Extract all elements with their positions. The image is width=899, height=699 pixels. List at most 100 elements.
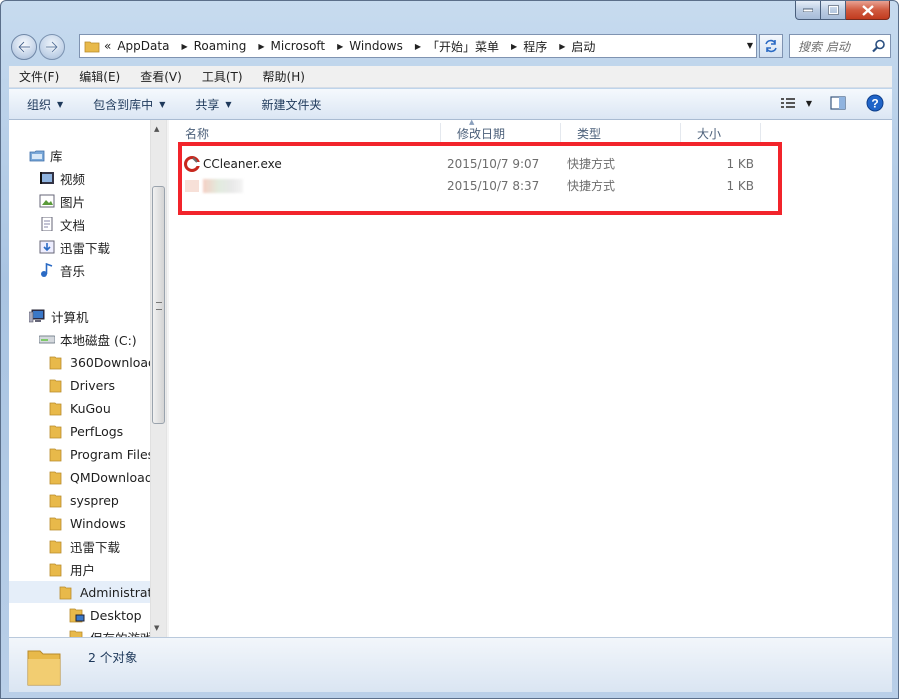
breadcrumb: AppData ▶ Roaming ▶ Microsoft ▶ Windows ▶ 「开始」菜单…: [117, 38, 601, 55]
tree-item-label: 计算机: [51, 309, 89, 325]
new-folder-label: 新建文件夹: [261, 97, 322, 112]
tree-item-administrator[interactable]: Administrator: [9, 581, 165, 603]
tree-item-folder[interactable]: QMDownload: [49, 466, 153, 488]
folder-large-icon: [27, 650, 61, 686]
navigation-bar: « AppData ▶ Roaming ▶ Microsoft ▶ Windows ▶ 「开始」…: [1, 29, 898, 65]
maximize-icon: [827, 5, 839, 15]
breadcrumb-separator-icon[interactable]: ▶: [181, 42, 187, 51]
breadcrumb-item[interactable]: Microsoft: [271, 39, 326, 53]
view-list-icon[interactable]: [780, 96, 796, 110]
column-header-label: 类型: [577, 126, 602, 141]
organize-label: 组织: [27, 97, 52, 112]
close-button[interactable]: [846, 1, 890, 20]
menu-view[interactable]: 查看(V): [130, 68, 192, 85]
tree-item-library[interactable]: 音乐: [39, 259, 85, 281]
help-icon[interactable]: ?: [866, 94, 884, 112]
tree-item-folder[interactable]: 360Download: [49, 351, 156, 373]
breadcrumb-separator-icon[interactable]: ▶: [415, 42, 421, 51]
tree-item-desktop[interactable]: Desktop: [69, 604, 142, 626]
document-icon: [39, 217, 55, 231]
menu-tools[interactable]: 工具(T): [192, 68, 253, 85]
column-header-label: 名称: [185, 126, 210, 141]
grip-icon: [156, 302, 162, 310]
refresh-button[interactable]: [759, 34, 783, 58]
tree-item-label: 音乐: [60, 263, 86, 279]
music-icon: [39, 263, 55, 277]
tree-item-library[interactable]: 图片: [39, 190, 85, 212]
organize-button[interactable]: 组织 ▼: [9, 96, 75, 113]
menu-file[interactable]: 文件(F): [9, 68, 69, 85]
back-button[interactable]: [11, 34, 37, 60]
tree-item-folder[interactable]: Windows: [49, 512, 126, 534]
column-header-size[interactable]: 大小: [681, 123, 761, 143]
tree-item-library[interactable]: 迅雷下载: [39, 236, 110, 258]
folder-icon: [49, 400, 65, 416]
saved-games-icon: [69, 629, 85, 637]
tree-item-library[interactable]: 视频: [39, 167, 85, 189]
chevron-down-icon[interactable]: ▼: [747, 41, 753, 50]
tree-item-label: 视频: [60, 171, 86, 187]
breadcrumb-item[interactable]: Roaming: [194, 39, 247, 53]
tree-item-saved-games[interactable]: 保存的游戏: [69, 626, 153, 637]
drive-icon: [39, 333, 55, 345]
tree-item-label: Drivers: [70, 377, 115, 393]
tree-item-folder[interactable]: 迅雷下载: [49, 535, 120, 557]
tree-item-label: Program Files: [70, 446, 155, 462]
breadcrumb-separator-icon[interactable]: ▶: [511, 42, 517, 51]
tree-item-folder[interactable]: Drivers: [49, 374, 115, 396]
tree-item-folder[interactable]: PerfLogs: [49, 420, 123, 442]
maximize-button[interactable]: [821, 1, 846, 20]
scrollbar-thumb[interactable]: [152, 186, 165, 424]
tree-item-folder[interactable]: 用户: [49, 558, 95, 580]
view-controls: ▼ ?: [780, 94, 884, 112]
scroll-down-icon[interactable]: ▼: [154, 624, 159, 632]
caption-buttons: [795, 1, 890, 21]
address-overflow[interactable]: «: [104, 39, 111, 53]
new-folder-button[interactable]: 新建文件夹: [244, 96, 334, 113]
preview-pane-icon[interactable]: [830, 96, 846, 110]
chevron-down-icon[interactable]: ▼: [806, 99, 812, 108]
folder-icon: [49, 354, 65, 370]
tree-item-label: Windows: [70, 515, 126, 531]
refresh-icon: [765, 39, 777, 53]
breadcrumb-item[interactable]: 启动: [571, 38, 595, 55]
navigation-scrollbar[interactable]: ▲ ▼: [150, 120, 166, 637]
breadcrumb-item[interactable]: 「开始」菜单: [427, 38, 499, 55]
breadcrumb-item[interactable]: AppData: [117, 39, 169, 53]
breadcrumb-item[interactable]: Windows: [349, 39, 403, 53]
menu-help[interactable]: 帮助(H): [253, 68, 315, 85]
library-icon: [29, 148, 45, 162]
tree-item-label: sysprep: [70, 492, 119, 508]
download-icon: [39, 240, 55, 254]
breadcrumb-separator-icon[interactable]: ▶: [337, 42, 343, 51]
scroll-up-icon[interactable]: ▲: [154, 125, 159, 133]
arrow-right-icon: [46, 41, 59, 53]
tree-item-label: 保存的游戏: [90, 628, 153, 638]
tree-item-label: 用户: [70, 562, 96, 578]
tree-item-label: QMDownload: [70, 469, 153, 485]
tree-item-folder[interactable]: KuGou: [49, 397, 111, 419]
breadcrumb-item[interactable]: 程序: [523, 38, 547, 55]
column-header-type[interactable]: 类型: [561, 123, 681, 143]
tree-item-folder[interactable]: Program Files: [49, 443, 154, 465]
include-in-library-button[interactable]: 包含到库中 ▼: [75, 96, 177, 113]
tree-item-label: 360Download: [70, 354, 156, 370]
tree-item-label: 库: [50, 148, 63, 164]
column-header-name[interactable]: 名称: [169, 123, 441, 143]
tree-item-folder[interactable]: sysprep: [49, 489, 119, 511]
tree-item-drive-c[interactable]: 本地磁盘 (C:): [39, 328, 137, 350]
forward-button[interactable]: [39, 34, 65, 60]
address-bar[interactable]: « AppData ▶ Roaming ▶ Microsoft ▶ Windows ▶ 「开始」…: [79, 34, 757, 58]
breadcrumb-separator-icon[interactable]: ▶: [258, 42, 264, 51]
tree-item-library[interactable]: 文档: [39, 213, 85, 235]
tree-item-computer[interactable]: 计算机: [29, 305, 89, 327]
column-header-date[interactable]: 修改日期: [441, 123, 561, 143]
search-input[interactable]: 搜索 启动: [789, 34, 891, 58]
folder-icon: [49, 492, 65, 508]
breadcrumb-separator-icon[interactable]: ▶: [559, 42, 565, 51]
menu-edit[interactable]: 编辑(E): [69, 68, 130, 85]
tree-item-libraries[interactable]: 库: [29, 144, 63, 166]
minimize-button[interactable]: [795, 1, 821, 20]
share-button[interactable]: 共享 ▼: [177, 96, 243, 113]
search-icon[interactable]: [872, 39, 886, 53]
